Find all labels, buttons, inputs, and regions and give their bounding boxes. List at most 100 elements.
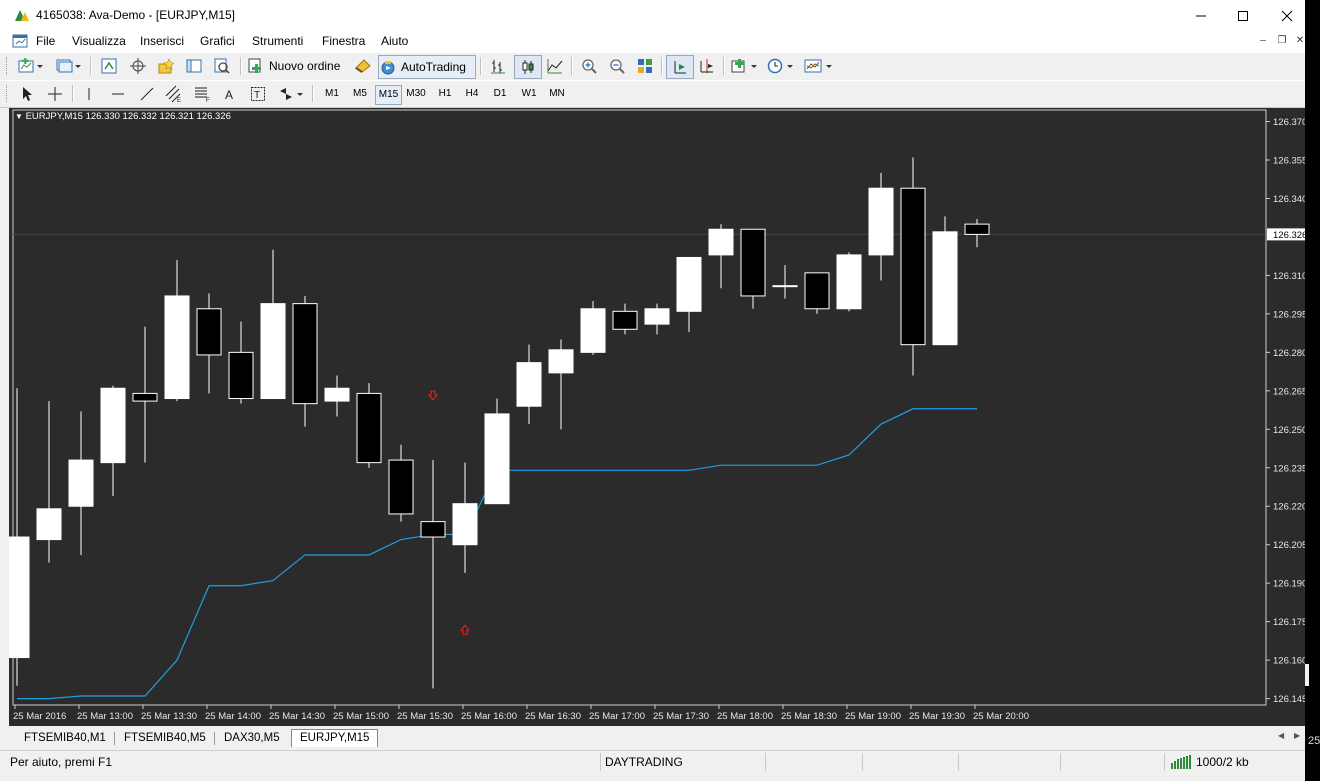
chart-window[interactable]: 126.370 126.355 126.340 126.326 126.310 126.2… bbox=[9, 108, 1305, 726]
indicators-icon bbox=[731, 59, 757, 73]
candle-body bbox=[164, 295, 190, 400]
horizontal-line-button[interactable] bbox=[107, 84, 129, 104]
y-axis-label: 126.190 bbox=[1273, 579, 1305, 590]
market-watch-button[interactable] bbox=[98, 56, 120, 76]
line-chart-button[interactable] bbox=[543, 56, 567, 76]
arrows-button[interactable] bbox=[276, 84, 306, 104]
metaeditor-icon bbox=[355, 59, 371, 73]
candle-body bbox=[868, 187, 894, 256]
y-axis-label: 126.205 bbox=[1273, 540, 1305, 551]
timeframe-w1[interactable]: W1 bbox=[516, 85, 542, 103]
x-axis-label: 25 Mar 13:30 bbox=[141, 711, 197, 722]
y-axis-label: 126.145 bbox=[1273, 694, 1305, 705]
chart-window-icon[interactable] bbox=[12, 33, 28, 49]
candle-body bbox=[388, 459, 414, 515]
minimize-button[interactable] bbox=[1178, 0, 1224, 31]
tab-ftsemib40-m1[interactable]: FTSEMIB40,M1 bbox=[20, 730, 110, 747]
tab-eurjpy-m15[interactable]: EURJPY,M15 bbox=[291, 729, 379, 747]
close-button[interactable] bbox=[1264, 0, 1310, 31]
tile-windows-button[interactable] bbox=[633, 56, 657, 76]
mdi-restore-button[interactable]: ❐ bbox=[1275, 35, 1289, 47]
candle-body bbox=[932, 231, 958, 346]
tabs-scroll-left-icon[interactable]: ◀ bbox=[1278, 731, 1284, 740]
bar-chart-button[interactable] bbox=[486, 56, 510, 76]
y-axis-label: 126.310 bbox=[1273, 271, 1305, 282]
trendline-button[interactable] bbox=[136, 84, 158, 104]
maximize-button[interactable] bbox=[1220, 0, 1266, 31]
new-chart-button[interactable] bbox=[16, 56, 46, 76]
timeframe-d1[interactable]: D1 bbox=[488, 85, 512, 103]
zoom-in-button[interactable] bbox=[577, 56, 601, 76]
cursor-arrow-icon bbox=[23, 87, 32, 101]
x-axis-label: 25 Mar 15:30 bbox=[397, 711, 453, 722]
arrows-dropdown-icon bbox=[280, 88, 303, 100]
periods-button[interactable] bbox=[765, 56, 797, 76]
x-axis-label: 25 Mar 17:30 bbox=[653, 711, 709, 722]
tab-ftsemib40-m5[interactable]: FTSEMIB40,M5 bbox=[120, 730, 210, 747]
candlestick-chart[interactable]: 126.370 126.355 126.340 126.326 126.310 126.2… bbox=[9, 108, 1305, 726]
x-axis-label: 25 Mar 16:00 bbox=[461, 711, 517, 722]
candle-body bbox=[260, 303, 286, 400]
equidistant-channel-button[interactable]: E bbox=[163, 84, 185, 104]
candle-body bbox=[324, 387, 350, 402]
menu-finestra[interactable]: Finestra bbox=[322, 34, 365, 48]
crosshair-button[interactable] bbox=[44, 84, 66, 104]
background-edge: 25/ bbox=[1305, 0, 1320, 780]
metaeditor-button[interactable] bbox=[352, 56, 374, 76]
timeframe-mn[interactable]: MN bbox=[544, 85, 570, 103]
cursor-button[interactable] bbox=[16, 84, 38, 104]
x-axis-label: 25 Mar 14:30 bbox=[269, 711, 325, 722]
text-tool-button[interactable]: A bbox=[219, 84, 241, 104]
autoscroll-button[interactable] bbox=[666, 55, 694, 79]
y-axis-label: 126.265 bbox=[1273, 386, 1305, 397]
indicators-button[interactable] bbox=[729, 56, 761, 76]
status-profile[interactable]: DAYTRADING bbox=[605, 755, 683, 769]
zoom-out-button[interactable] bbox=[605, 56, 629, 76]
autotrading-button[interactable]: AutoTrading bbox=[378, 55, 476, 79]
toolbar-grip[interactable] bbox=[6, 57, 10, 75]
candle-chart-button[interactable] bbox=[514, 55, 542, 79]
text-label-button[interactable]: T bbox=[247, 84, 269, 104]
collapse-arrow-icon[interactable]: ▼ bbox=[15, 112, 23, 121]
navigator-button[interactable] bbox=[155, 56, 177, 76]
timeframe-h1[interactable]: H1 bbox=[433, 85, 457, 103]
menu-inserisci[interactable]: Inserisci bbox=[140, 34, 184, 48]
timeframe-m5[interactable]: M5 bbox=[348, 85, 372, 103]
candle-body bbox=[356, 392, 382, 464]
profiles-button[interactable] bbox=[54, 56, 84, 76]
buy-arrow-icon bbox=[459, 624, 471, 635]
menu-visualizza[interactable]: Visualizza bbox=[72, 34, 126, 48]
text-a-icon: A bbox=[225, 88, 233, 101]
fibonacci-button[interactable]: F bbox=[192, 84, 214, 104]
tabs-scroll-right-icon[interactable]: ▶ bbox=[1294, 731, 1300, 740]
y-axis-label: 126.160 bbox=[1273, 656, 1305, 667]
strategy-tester-button[interactable] bbox=[211, 56, 233, 76]
timeframe-m15[interactable]: M15 bbox=[375, 85, 402, 105]
timeframe-m30[interactable]: M30 bbox=[403, 85, 429, 103]
fibonacci-icon: F bbox=[195, 87, 210, 103]
templates-button[interactable] bbox=[802, 56, 836, 76]
y-axis-label: 126.280 bbox=[1273, 348, 1305, 359]
x-axis-label: 25 Mar 14:00 bbox=[205, 711, 261, 722]
menu-aiuto[interactable]: Aiuto bbox=[381, 34, 408, 48]
minimize-icon bbox=[1196, 15, 1206, 16]
new-order-button[interactable]: Nuovo ordine bbox=[247, 55, 347, 77]
app-logo-icon bbox=[15, 10, 29, 21]
data-window-button[interactable] bbox=[127, 56, 149, 76]
terminal-button[interactable] bbox=[183, 56, 205, 76]
crosshair-icon bbox=[48, 87, 62, 101]
timeframe-h4[interactable]: H4 bbox=[460, 85, 484, 103]
candle-body bbox=[132, 392, 158, 402]
mdi-minimize-button[interactable]: – bbox=[1256, 35, 1270, 47]
tab-dax30-m5[interactable]: DAX30,M5 bbox=[220, 730, 284, 747]
chart-shift-button[interactable] bbox=[695, 56, 719, 76]
menu-file[interactable]: File bbox=[36, 34, 55, 48]
new-chart-icon bbox=[18, 58, 43, 73]
toolbar-grip[interactable] bbox=[6, 85, 10, 102]
timeframe-m1[interactable]: M1 bbox=[320, 85, 344, 103]
menu-grafici[interactable]: Grafici bbox=[200, 34, 235, 48]
menu-strumenti[interactable]: Strumenti bbox=[252, 34, 303, 48]
candle-body bbox=[196, 308, 222, 356]
candle-body bbox=[644, 308, 670, 325]
vertical-line-button[interactable] bbox=[78, 84, 100, 104]
